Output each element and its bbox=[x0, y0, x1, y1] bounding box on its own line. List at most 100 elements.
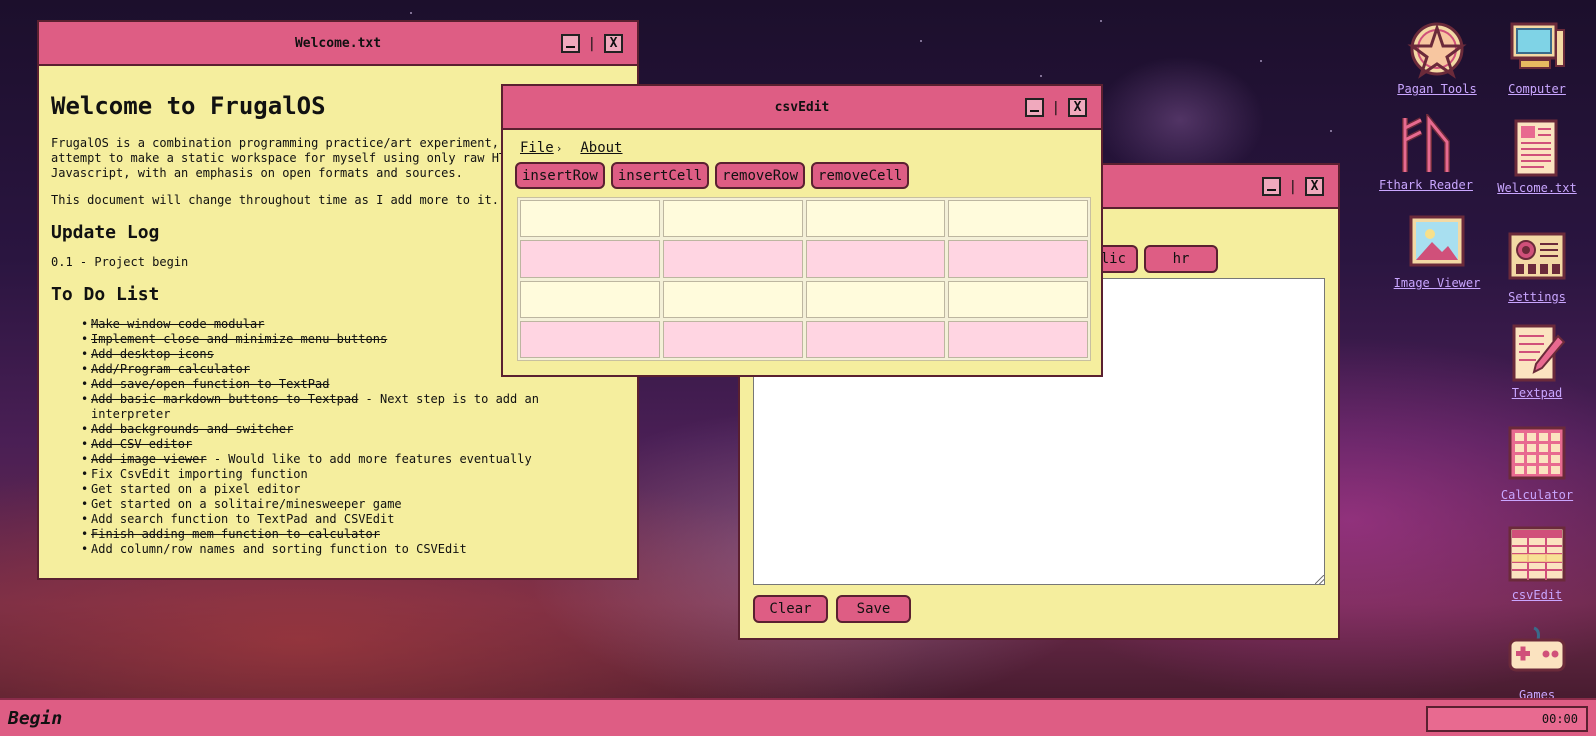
desktop-icon-welcome-txt[interactable]: Welcome.txt bbox=[1489, 117, 1585, 195]
desktop-icon-label: Textpad bbox=[1511, 386, 1563, 400]
taskbar: Begin 00:00 bbox=[0, 698, 1596, 736]
csv-cell[interactable] bbox=[662, 280, 803, 318]
desktop-icon-csvedit[interactable]: csvEdit bbox=[1489, 524, 1585, 602]
csv-menubar: File › About bbox=[503, 130, 1101, 156]
intro-line: attempt to make a static workspace for m… bbox=[51, 151, 557, 165]
about-menu[interactable]: About bbox=[580, 140, 622, 156]
file-menu[interactable]: File › bbox=[520, 140, 562, 156]
todo-item-text: Add basic markdown buttons to Textpad bbox=[91, 392, 359, 406]
todo-item-text: Make window code modular bbox=[91, 317, 265, 331]
minimize-button[interactable] bbox=[1024, 98, 1044, 117]
pentagram-icon bbox=[1406, 18, 1468, 80]
todo-item-text: Add backgrounds and switcher bbox=[91, 422, 294, 436]
csv-cell[interactable] bbox=[520, 240, 660, 278]
todo-item-text: Add column/row names and sorting functio… bbox=[91, 542, 467, 556]
csv-cell[interactable] bbox=[520, 320, 660, 358]
todo-item-note: - Would like to add more features eventu… bbox=[206, 452, 532, 466]
textpad-actions: Clear Save bbox=[753, 595, 911, 623]
intro-line: FrugalOS is a combination programming pr… bbox=[51, 136, 521, 150]
desktop-icon-image-viewer[interactable]: Image Viewer bbox=[1389, 212, 1485, 290]
close-button[interactable]: X bbox=[604, 34, 623, 53]
chevron-right-icon: › bbox=[555, 142, 563, 155]
clear-button[interactable]: Clear bbox=[753, 595, 828, 623]
csv-cell[interactable] bbox=[948, 200, 1088, 238]
taskbar-clock: 00:00 bbox=[1426, 706, 1588, 732]
csv-grid bbox=[517, 197, 1091, 361]
csv-cell[interactable] bbox=[662, 240, 803, 278]
csvedit-window[interactable]: csvEdit | X File › About insertRow insert… bbox=[501, 84, 1103, 377]
minimize-icon bbox=[565, 46, 575, 48]
todo-item-text: Add image viewer bbox=[91, 452, 207, 466]
todo-item-text: Fix CsvEdit importing function bbox=[91, 467, 308, 481]
insert-row-button[interactable]: insertRow bbox=[515, 162, 605, 189]
todo-item: Finish adding mem function to calculator bbox=[81, 527, 625, 542]
csv-cell[interactable] bbox=[805, 200, 946, 238]
minimize-icon bbox=[1029, 110, 1039, 112]
picture-icon bbox=[1406, 212, 1468, 274]
todo-item-text: Finish adding mem function to calculator bbox=[91, 527, 380, 541]
resize-grip-icon[interactable] bbox=[1315, 575, 1324, 584]
welcome-titlebar[interactable]: Welcome.txt | X bbox=[39, 22, 637, 66]
todo-item-text: Add desktop icons bbox=[91, 347, 214, 361]
todo-item-text: Get started on a pixel editor bbox=[91, 482, 301, 496]
todo-item-text: Add/Program calculator bbox=[91, 362, 250, 376]
desktop-icon-games[interactable]: Games bbox=[1489, 624, 1585, 702]
hr-button[interactable]: hr bbox=[1144, 245, 1218, 273]
desktop-icon-label: csvEdit bbox=[1511, 588, 1563, 602]
desktop-icon-computer[interactable]: Computer bbox=[1489, 18, 1585, 96]
titlebar-separator: | bbox=[587, 35, 596, 52]
file-menu-label: File bbox=[520, 140, 554, 156]
csvedit-titlebar[interactable]: csvEdit | X bbox=[503, 86, 1101, 130]
close-button[interactable]: X bbox=[1305, 177, 1324, 196]
text-document-icon bbox=[1506, 117, 1568, 179]
todo-item: Add basic markdown buttons to Textpad - … bbox=[81, 392, 625, 422]
minimize-button[interactable] bbox=[1261, 177, 1281, 196]
desktop-icon-textpad[interactable]: Textpad bbox=[1489, 322, 1585, 400]
csv-cell[interactable] bbox=[948, 320, 1088, 358]
intro-line: Javascript, with an emphasis on open for… bbox=[51, 166, 463, 180]
todo-item: Add image viewer - Would like to add mor… bbox=[81, 452, 625, 467]
csv-cell[interactable] bbox=[662, 200, 803, 238]
calculator-icon bbox=[1506, 424, 1568, 486]
remove-cell-button[interactable]: removeCell bbox=[811, 162, 910, 189]
gamepad-icon bbox=[1506, 624, 1568, 686]
todo-item-text: Add search function to TextPad and CSVEd… bbox=[91, 512, 395, 526]
csv-cell[interactable] bbox=[805, 320, 946, 358]
desktop-icon-label: Pagan Tools bbox=[1397, 82, 1477, 96]
spreadsheet-icon bbox=[1506, 524, 1568, 586]
csv-cell[interactable] bbox=[662, 320, 803, 358]
desktop-icon-calculator[interactable]: Calculator bbox=[1489, 424, 1585, 502]
csv-cell[interactable] bbox=[520, 280, 660, 318]
settings-panel-icon bbox=[1506, 226, 1568, 288]
save-button[interactable]: Save bbox=[836, 595, 911, 623]
desktop-icon-pagan-tools[interactable]: Pagan Tools bbox=[1389, 18, 1485, 96]
begin-button[interactable]: Begin bbox=[8, 708, 62, 729]
todo-item-text: Add CSV editor bbox=[91, 437, 193, 451]
csv-cell[interactable] bbox=[805, 240, 946, 278]
csv-cell[interactable] bbox=[805, 280, 946, 318]
todo-item: Add CSV editor bbox=[81, 437, 625, 452]
desktop-icon-label: Image Viewer bbox=[1393, 276, 1481, 290]
desktop-icon-label: Computer bbox=[1508, 82, 1566, 96]
desktop-icon-settings[interactable]: Settings bbox=[1489, 226, 1585, 304]
notepad-pencil-icon bbox=[1506, 322, 1568, 384]
todo-item: Add column/row names and sorting functio… bbox=[81, 542, 625, 557]
todo-item: Fix CsvEdit importing function bbox=[81, 467, 625, 482]
desktop-icon-fthark-reader[interactable]: Fthark Reader bbox=[1366, 111, 1486, 192]
titlebar-separator: | bbox=[1288, 178, 1297, 195]
todo-item-text: Add save/open function to TextPad bbox=[91, 377, 330, 391]
desktop-icon-label: Fthark Reader bbox=[1379, 178, 1473, 192]
remove-row-button[interactable]: removeRow bbox=[715, 162, 806, 189]
csv-cell[interactable] bbox=[520, 200, 660, 238]
star bbox=[1330, 130, 1332, 132]
desktop-icon-label: Settings bbox=[1508, 290, 1566, 304]
star bbox=[1100, 20, 1102, 22]
star bbox=[1040, 75, 1042, 77]
csv-cell[interactable] bbox=[948, 240, 1088, 278]
desktop-icon-label: Calculator bbox=[1500, 488, 1574, 502]
insert-cell-button[interactable]: insertCell bbox=[610, 162, 710, 189]
close-button[interactable]: X bbox=[1068, 98, 1087, 117]
minimize-button[interactable] bbox=[560, 34, 580, 53]
computer-icon bbox=[1506, 18, 1568, 80]
csv-cell[interactable] bbox=[948, 280, 1088, 318]
